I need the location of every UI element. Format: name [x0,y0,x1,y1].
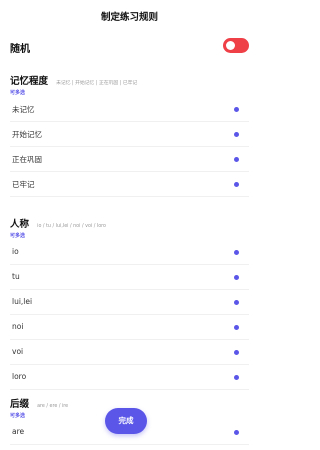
option-label: io [12,247,19,256]
random-row: 随机 [10,38,249,56]
selected-dot-icon [234,182,239,187]
option-label: lui,lei [12,297,33,306]
option-label: 开始记忆 [12,130,42,139]
page-title: 制定练习规则 [100,12,158,23]
done-button[interactable]: 完成 [105,408,147,434]
random-label: 随机 [10,44,30,55]
selected-dot-icon [234,350,239,355]
section-title: 记忆程度 [10,76,49,87]
option-label: 未记忆 [12,105,35,114]
option-label: tu [12,272,20,281]
section-memory-level: 记忆程度 未记忆 | 开始记忆 | 正在巩固 | 已牢记 可多选 未记忆 开始记… [10,69,249,197]
selected-dot-icon [234,250,239,255]
selected-dot-icon [234,107,239,112]
section-hint: are / ere / ire [37,404,69,409]
option-row[interactable]: 正在巩固 [10,147,249,172]
selected-dot-icon [234,325,239,330]
section-header: 人称 io / tu / lui,lei / noi / voi / loro [10,212,249,230]
option-row[interactable]: 未记忆 [10,97,249,122]
multi-select-note: 可多选 [10,233,26,239]
option-row[interactable]: 已牢记 [10,172,249,197]
section-person: 人称 io / tu / lui,lei / noi / voi / loro … [10,212,249,390]
toggle-knob [226,41,235,50]
selected-dot-icon [234,157,239,162]
selected-dot-icon [234,430,239,435]
option-row[interactable]: loro [10,365,249,390]
option-row[interactable]: io [10,240,249,265]
multi-select-note: 可多选 [10,90,26,96]
random-toggle[interactable] [223,38,249,53]
section-hint: io / tu / lui,lei / noi / voi / loro [37,224,106,229]
section-title: 人称 [10,219,30,230]
option-label: are [12,427,25,436]
section-hint: 未记忆 | 开始记忆 | 正在巩固 | 已牢记 [56,81,138,86]
option-row[interactable]: tu [10,265,249,290]
selected-dot-icon [234,300,239,305]
option-row[interactable]: noi [10,315,249,340]
option-row[interactable]: voi [10,340,249,365]
section-header: 后缀 are / ere / ire [10,392,249,410]
option-label: loro [12,372,27,381]
option-row[interactable]: lui,lei [10,290,249,315]
option-label: voi [12,347,24,356]
option-label: noi [12,322,24,331]
section-header: 记忆程度 未记忆 | 开始记忆 | 正在巩固 | 已牢记 [10,69,249,87]
selected-dot-icon [234,275,239,280]
section-title: 后缀 [10,399,30,410]
option-row[interactable]: 开始记忆 [10,122,249,147]
selected-dot-icon [234,132,239,137]
option-label: 已牢记 [12,180,35,189]
selected-dot-icon [234,375,239,380]
option-label: 正在巩固 [12,155,42,164]
